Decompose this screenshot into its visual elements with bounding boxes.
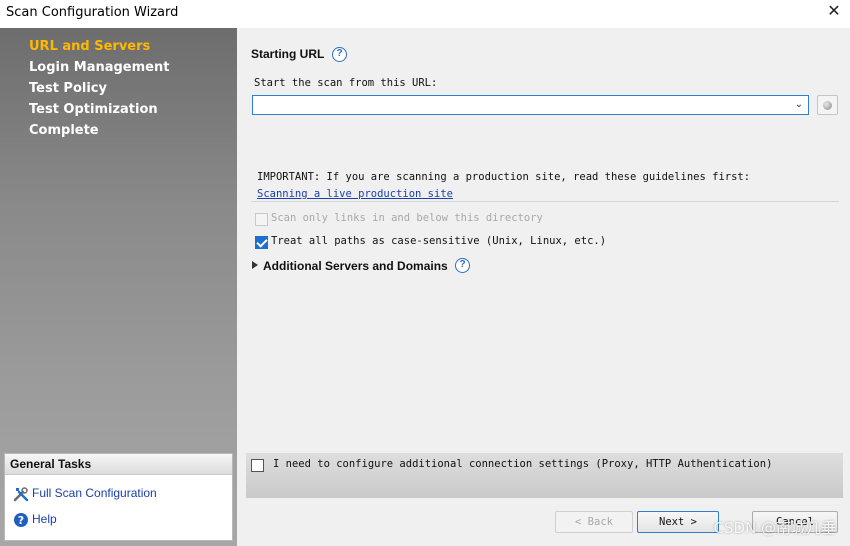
section-title: Starting URL	[251, 47, 325, 61]
help-link[interactable]: ? Help	[13, 510, 57, 528]
divider	[251, 201, 839, 202]
case-sensitive-label: Treat all paths as case-sensitive (Unix,…	[271, 235, 607, 247]
svg-text:?: ?	[18, 514, 24, 527]
close-icon[interactable]: ✕	[826, 3, 842, 21]
full-scan-configuration-label: Full Scan Configuration	[32, 486, 157, 500]
nav-item-test-optimization[interactable]: Test Optimization	[29, 99, 169, 120]
back-button[interactable]: < Back	[555, 511, 633, 533]
case-sensitive-checkbox[interactable]	[255, 236, 268, 249]
starting-url-help-icon[interactable]: ?	[332, 47, 347, 62]
cancel-button[interactable]: Cancel	[752, 511, 838, 533]
scan-only-directory-checkbox[interactable]	[255, 213, 268, 226]
sidebar: URL and Servers Login Management Test Po…	[0, 28, 237, 546]
production-site-link[interactable]: Scanning a live production site	[257, 188, 453, 200]
window-title: Scan Configuration Wizard	[6, 5, 179, 20]
help-label: Help	[32, 512, 57, 526]
next-button[interactable]: Next >	[637, 511, 719, 533]
important-note: IMPORTANT: If you are scanning a product…	[257, 171, 751, 183]
full-scan-configuration-link[interactable]: Full Scan Configuration	[13, 484, 157, 502]
url-combobox[interactable]: ⌄	[252, 95, 809, 115]
status-dot-icon	[823, 101, 832, 110]
wizard-steps-nav: URL and Servers Login Management Test Po…	[29, 36, 169, 141]
url-input[interactable]	[253, 96, 788, 114]
additional-servers-label: Additional Servers and Domains	[263, 259, 448, 273]
additional-servers-expander[interactable]: Additional Servers and Domains	[252, 259, 448, 273]
scan-only-directory-label: Scan only links in and below this direct…	[271, 212, 543, 224]
connection-settings-label: I need to configure additional connectio…	[273, 458, 773, 470]
general-tasks-title: General Tasks	[5, 454, 232, 475]
additional-servers-help-icon[interactable]: ?	[455, 258, 470, 273]
general-tasks-panel: General Tasks Full Scan Configuration ? …	[4, 453, 233, 541]
go-button[interactable]	[817, 95, 838, 115]
main-panel: Starting URL ? Start the scan from this …	[237, 28, 850, 546]
connection-settings-checkbox[interactable]	[251, 459, 264, 472]
help-icon: ?	[13, 512, 29, 528]
title-bar: Scan Configuration Wizard ✕	[0, 0, 850, 27]
expand-arrow-icon	[252, 261, 258, 269]
tools-icon	[13, 486, 29, 502]
connection-settings-bar: I need to configure additional connectio…	[246, 453, 843, 498]
nav-item-login-management[interactable]: Login Management	[29, 57, 169, 78]
start-url-label: Start the scan from this URL:	[254, 77, 438, 89]
nav-item-url-and-servers[interactable]: URL and Servers	[29, 36, 169, 57]
chevron-down-icon[interactable]: ⌄	[792, 98, 806, 112]
nav-item-test-policy[interactable]: Test Policy	[29, 78, 169, 99]
nav-item-complete[interactable]: Complete	[29, 120, 169, 141]
